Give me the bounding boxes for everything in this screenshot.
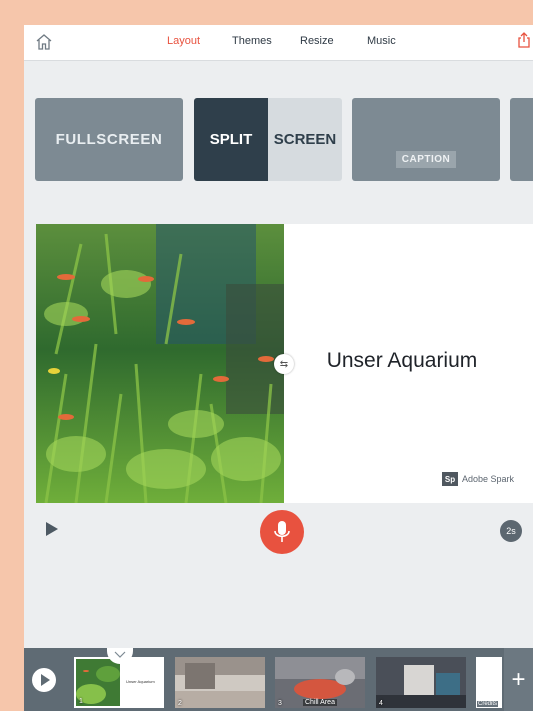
thumb-number: 3 <box>278 700 282 707</box>
aquarium-image <box>36 224 284 503</box>
swap-arrows-icon[interactable]: ⇆ <box>274 354 294 374</box>
tab-themes[interactable]: Themes <box>232 35 272 47</box>
slide-thumb[interactable]: Unser Aquarium 1 <box>74 657 164 708</box>
duration-badge[interactable]: 2s <box>500 520 522 542</box>
thumb-image <box>376 657 466 708</box>
thumb-caption: Chill Area <box>303 699 337 706</box>
layout-option-split-screen[interactable]: SPLIT SCREEN <box>194 98 342 181</box>
brand-label: Adobe Spark <box>462 474 515 484</box>
play-icon[interactable] <box>46 522 58 536</box>
tab-music[interactable]: Music <box>367 35 396 47</box>
thumb-number: 2 <box>178 700 182 707</box>
slide-thumb[interactable]: 2 <box>175 657 265 708</box>
microphone-icon <box>274 521 290 542</box>
credits-thumb[interactable]: Credits <box>476 657 502 708</box>
layout-option-fullscreen[interactable]: FULLSCREEN <box>35 98 183 181</box>
spark-logo-icon: Sp <box>442 472 458 486</box>
caption-label: CAPTION <box>396 151 456 168</box>
record-voice-button[interactable] <box>260 510 304 554</box>
thumb-number: 1 <box>79 698 83 705</box>
thumb-title: Unser Aquarium <box>126 679 155 684</box>
layout-option-caption[interactable]: CAPTION <box>352 98 500 181</box>
thumb-number: 4 <box>379 700 383 707</box>
slide-filmstrip: Unser Aquarium 1 2 3 Chill Area 4 Credit… <box>24 648 533 711</box>
adobe-spark-watermark: Sp Adobe Spark <box>442 472 514 486</box>
add-slide-button[interactable]: + <box>504 648 533 711</box>
layout-option-more[interactable] <box>510 98 533 181</box>
thumb-image <box>175 657 265 708</box>
tab-resize[interactable]: Resize <box>300 35 334 47</box>
tab-layout[interactable]: Layout <box>167 35 200 47</box>
selected-indicator-icon <box>107 648 133 664</box>
slide-thumb[interactable]: 3 Chill Area <box>275 657 365 708</box>
slide-title[interactable]: Unser Aquarium <box>292 349 512 373</box>
slide-thumb[interactable]: 4 <box>376 657 466 708</box>
split-left-label: SPLIT <box>194 98 268 181</box>
slide-preview: ⇆ Unser Aquarium Sp Adobe Spark <box>36 224 533 503</box>
top-nav: Layout Themes Resize Music <box>24 25 533 61</box>
layout-option-label: FULLSCREEN <box>55 131 163 148</box>
home-icon[interactable] <box>34 32 54 52</box>
credits-label: Credits <box>477 701 499 707</box>
split-right-label: SCREEN <box>268 98 342 181</box>
play-video-button[interactable] <box>32 668 56 692</box>
spark-video-editor: Layout Themes Resize Music FULLSCREEN SP… <box>24 25 533 711</box>
aquarium-photo[interactable] <box>36 224 284 503</box>
share-icon[interactable] <box>517 31 531 49</box>
